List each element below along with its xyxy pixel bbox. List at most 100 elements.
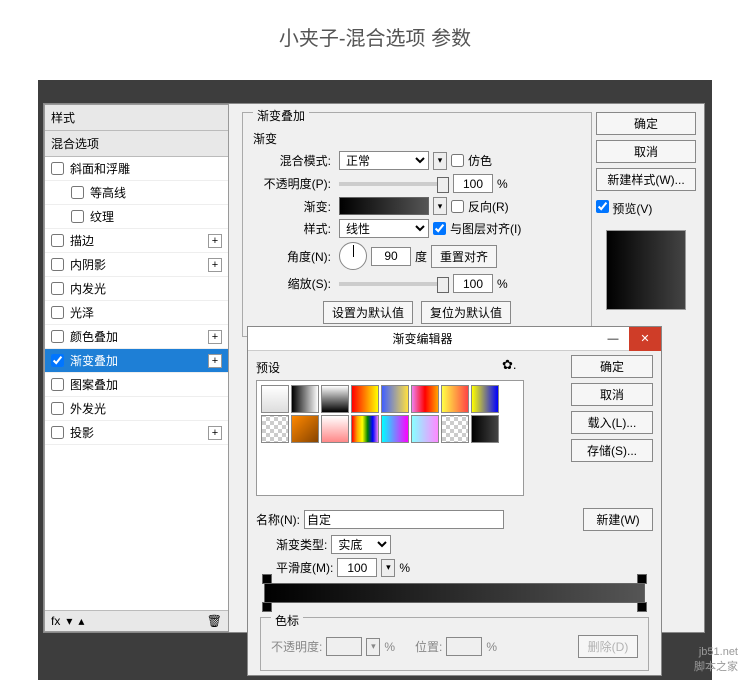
preset-swatch-5[interactable]	[411, 385, 439, 413]
style-checkbox[interactable]	[71, 210, 84, 223]
preset-swatch-11[interactable]	[351, 415, 379, 443]
angle-dial[interactable]	[339, 242, 367, 270]
style-checkbox[interactable]	[51, 282, 64, 295]
preset-swatch-0[interactable]	[261, 385, 289, 413]
style-row-3[interactable]: 描边+	[45, 229, 228, 253]
chevron-down-icon[interactable]: ▾	[66, 614, 72, 628]
fx-label[interactable]: fx	[51, 614, 60, 628]
preset-swatch-15[interactable]	[471, 415, 499, 443]
preset-swatch-4[interactable]	[381, 385, 409, 413]
opacity-input[interactable]	[453, 174, 493, 193]
style-checkbox[interactable]	[51, 354, 64, 367]
name-input[interactable]	[304, 510, 504, 529]
preset-swatch-10[interactable]	[321, 415, 349, 443]
page-title: 小夹子-混合选项 参数	[0, 0, 750, 69]
editor-cancel-button[interactable]: 取消	[571, 383, 653, 406]
ok-button[interactable]: 确定	[596, 112, 696, 135]
style-row-2[interactable]: 纹理	[45, 205, 228, 229]
style-checkbox[interactable]	[51, 234, 64, 247]
cancel-button[interactable]: 取消	[596, 140, 696, 163]
type-select[interactable]: 实底	[331, 535, 391, 554]
preset-swatch-6[interactable]	[441, 385, 469, 413]
editor-save-button[interactable]: 存储(S)...	[571, 439, 653, 462]
gradient-bar[interactable]	[264, 583, 645, 603]
pct4: %	[384, 640, 395, 654]
style-checkbox[interactable]	[51, 378, 64, 391]
plus-icon[interactable]: +	[208, 258, 222, 272]
preset-swatch-9[interactable]	[291, 415, 319, 443]
gradient-drop-icon[interactable]: ▾	[433, 197, 447, 215]
close-icon[interactable]: ✕	[629, 327, 661, 351]
style-row-4[interactable]: 内阴影+	[45, 253, 228, 277]
style-label: 投影	[70, 424, 94, 441]
new-style-button[interactable]: 新建样式(W)...	[596, 168, 696, 191]
dither-checkbox[interactable]	[451, 154, 464, 167]
smoothness-input[interactable]	[337, 558, 377, 577]
style-label: 样式:	[253, 220, 331, 237]
percent-label-3: %	[399, 561, 410, 575]
gradient-overlay-panel: 渐变叠加 渐变 混合模式: 正常 ▾ 仿色 不透明度(P): % 渐变:	[234, 104, 704, 351]
plus-icon[interactable]: +	[208, 354, 222, 368]
color-stop-left[interactable]	[262, 602, 272, 612]
opacity-stop-left[interactable]	[262, 574, 272, 584]
plus-icon[interactable]: +	[208, 330, 222, 344]
trash-icon[interactable]: 🗑	[207, 614, 222, 628]
style-checkbox[interactable]	[51, 306, 64, 319]
style-checkbox[interactable]	[71, 186, 84, 199]
style-row-1[interactable]: 等高线	[45, 181, 228, 205]
reset-default-button[interactable]: 复位为默认值	[421, 301, 511, 324]
new-gradient-button[interactable]: 新建(W)	[583, 508, 653, 531]
angle-unit: 度	[415, 248, 427, 265]
color-stop-right[interactable]	[637, 602, 647, 612]
preset-swatch-14[interactable]	[441, 415, 469, 443]
blend-mode-select[interactable]: 正常	[339, 151, 429, 170]
style-checkbox[interactable]	[51, 162, 64, 175]
blending-options-row[interactable]: 混合选项	[45, 131, 228, 157]
style-row-10[interactable]: 外发光	[45, 397, 228, 421]
gradient-swatch[interactable]	[339, 197, 429, 215]
align-checkbox[interactable]	[433, 222, 446, 235]
preset-swatch-3[interactable]	[351, 385, 379, 413]
style-row-5[interactable]: 内发光	[45, 277, 228, 301]
reset-align-button[interactable]: 重置对齐	[431, 245, 497, 268]
editor-load-button[interactable]: 载入(L)...	[571, 411, 653, 434]
style-select[interactable]: 线性	[339, 219, 429, 238]
gear-icon[interactable]: ✿.	[502, 357, 517, 373]
preview-checkbox[interactable]	[596, 200, 609, 213]
drop-arrow-icon[interactable]: ▾	[433, 152, 447, 170]
scale-slider[interactable]	[339, 282, 449, 286]
preset-swatch-1[interactable]	[291, 385, 319, 413]
style-row-11[interactable]: 投影 +	[45, 421, 228, 445]
preset-swatch-13[interactable]	[411, 415, 439, 443]
style-checkbox[interactable]	[51, 330, 64, 343]
style-row-0[interactable]: 斜面和浮雕	[45, 157, 228, 181]
plus-icon[interactable]: +	[208, 234, 222, 248]
preset-swatch-12[interactable]	[381, 415, 409, 443]
smoothness-label: 平滑度(M):	[276, 559, 333, 576]
angle-input[interactable]	[371, 247, 411, 266]
opacity-label: 不透明度(P):	[253, 175, 331, 192]
scale-input[interactable]	[453, 274, 493, 293]
style-checkbox[interactable]	[51, 402, 64, 415]
styles-footer: fx ▾ ▴ 🗑	[45, 610, 228, 631]
editor-ok-button[interactable]: 确定	[571, 355, 653, 378]
style-label: 外发光	[70, 400, 106, 417]
style-row-9[interactable]: 图案叠加	[45, 373, 228, 397]
editor-titlebar[interactable]: 渐变编辑器 — ✕	[248, 327, 661, 351]
opacity-stop-right[interactable]	[637, 574, 647, 584]
preset-swatch-7[interactable]	[471, 385, 499, 413]
set-default-button[interactable]: 设置为默认值	[323, 301, 413, 324]
style-checkbox[interactable]	[51, 426, 64, 439]
chevron-up-icon[interactable]: ▴	[78, 614, 84, 628]
smoothness-drop-icon[interactable]: ▾	[381, 559, 395, 577]
opacity-slider[interactable]	[339, 182, 449, 186]
plus-icon[interactable]: +	[208, 426, 222, 440]
minimize-icon[interactable]: —	[597, 327, 629, 351]
style-row-7[interactable]: 颜色叠加+	[45, 325, 228, 349]
style-row-6[interactable]: 光泽	[45, 301, 228, 325]
reverse-checkbox[interactable]	[451, 200, 464, 213]
style-checkbox[interactable]	[51, 258, 64, 271]
preset-swatch-2[interactable]	[321, 385, 349, 413]
style-row-8[interactable]: 渐变叠加+	[45, 349, 228, 373]
preset-swatch-8[interactable]	[261, 415, 289, 443]
